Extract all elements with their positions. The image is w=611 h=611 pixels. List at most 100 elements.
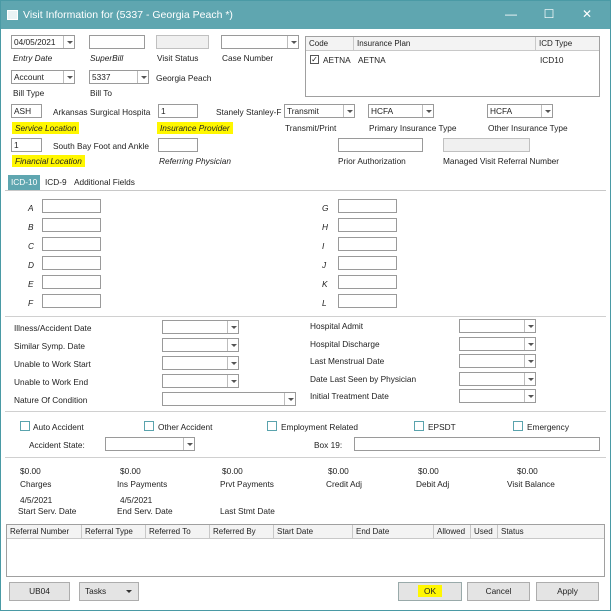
icd-code-i-input[interactable] — [338, 237, 397, 251]
other-insurance-type-select[interactable]: HCFA — [487, 104, 553, 118]
emergency-checkbox[interactable] — [513, 421, 523, 431]
unable-to-work-end-field[interactable] — [162, 374, 239, 388]
icd-code-c-input[interactable] — [42, 237, 101, 251]
prior-authorization-input[interactable] — [338, 138, 423, 152]
insurance-header-code[interactable]: Code — [306, 37, 354, 51]
primary-insurance-type-select[interactable]: HCFA — [368, 104, 434, 118]
similar-symp-date-field[interactable] — [162, 338, 239, 352]
illness-accident-date-field[interactable] — [162, 320, 239, 334]
icd-code-a-input[interactable] — [42, 199, 101, 213]
chevron-down-icon[interactable] — [63, 36, 74, 48]
epsdt-checkbox[interactable] — [414, 421, 424, 431]
chevron-down-icon[interactable] — [287, 36, 298, 48]
icd-code-b-input[interactable] — [42, 218, 101, 232]
cancel-button[interactable]: Cancel — [467, 582, 530, 601]
tab-icd-9[interactable]: ICD-9 — [42, 175, 70, 190]
primary-insurance-type-value: HCFA — [371, 106, 394, 116]
referring-physician-input[interactable] — [158, 138, 198, 152]
table-row[interactable]: ✓ AETNA AETNA ICD10 — [306, 53, 599, 67]
chevron-down-icon[interactable] — [227, 357, 238, 369]
auto-accident-label: Auto Accident — [33, 422, 84, 432]
chevron-down-icon[interactable] — [227, 339, 238, 351]
employment-related-checkbox[interactable] — [267, 421, 277, 431]
window-icon — [7, 10, 18, 20]
referral-header-type[interactable]: Referral Type — [82, 525, 146, 539]
minimize-icon[interactable]: — — [503, 7, 519, 21]
chevron-down-icon[interactable] — [541, 105, 552, 117]
insurance-header-icd-type[interactable]: ICD Type — [536, 37, 599, 51]
hospital-discharge-field[interactable] — [459, 337, 536, 351]
date-last-seen-field[interactable] — [459, 372, 536, 386]
chevron-down-icon[interactable] — [284, 393, 295, 405]
service-location-code-input[interactable]: ASH — [11, 104, 42, 118]
hospital-admit-field[interactable] — [459, 319, 536, 333]
tab-divider — [5, 190, 606, 191]
bill-to-select[interactable]: 5337 — [89, 70, 149, 84]
icd-code-d-input[interactable] — [42, 256, 101, 270]
chevron-down-icon[interactable] — [63, 71, 74, 83]
ok-button[interactable]: OK — [398, 582, 462, 601]
referral-header-referred-by[interactable]: Referred By — [210, 525, 274, 539]
chevron-down-icon[interactable] — [524, 355, 535, 367]
icd-code-g-input[interactable] — [338, 199, 397, 213]
checkbox-checked-icon[interactable]: ✓ — [310, 55, 319, 64]
last-menstrual-date-field[interactable] — [459, 354, 536, 368]
other-accident-checkbox[interactable] — [144, 421, 154, 431]
entry-date-field[interactable]: 04/05/2021 — [11, 35, 75, 49]
transmit-print-select[interactable]: Transmit — [284, 104, 355, 118]
managed-referral-input — [443, 138, 530, 152]
referral-header-end-date[interactable]: End Date — [353, 525, 434, 539]
ins-payments-value: $0.00 — [120, 466, 141, 476]
insurance-provider-code-input[interactable]: 1 — [158, 104, 198, 118]
chevron-down-icon[interactable] — [183, 438, 194, 450]
service-location-label: Service Location — [12, 122, 80, 134]
referral-header-referred-to[interactable]: Referred To — [146, 525, 210, 539]
case-number-field[interactable] — [221, 35, 299, 49]
close-icon[interactable]: ✕ — [579, 7, 595, 21]
bill-type-value: Account — [14, 72, 44, 82]
referral-header-allowed[interactable]: Allowed — [434, 525, 471, 539]
insurance-header-plan[interactable]: Insurance Plan — [354, 37, 536, 51]
referral-header-start-date[interactable]: Start Date — [274, 525, 353, 539]
chevron-down-icon[interactable] — [227, 375, 238, 387]
debit-adj-value: $0.00 — [418, 466, 439, 476]
icd-code-f-input[interactable] — [42, 294, 101, 308]
chevron-down-icon[interactable] — [524, 390, 535, 402]
tab-additional-fields[interactable]: Additional Fields — [71, 175, 138, 190]
chevron-down-icon[interactable] — [343, 105, 354, 117]
icd-code-l-input[interactable] — [338, 294, 397, 308]
unable-to-work-start-label: Unable to Work Start — [14, 359, 91, 369]
apply-button[interactable]: Apply — [536, 582, 599, 601]
chevron-down-icon[interactable] — [524, 373, 535, 385]
accident-state-select[interactable] — [105, 437, 195, 451]
title-bar: Visit Information for (5337 - Georgia Pe… — [1, 1, 610, 29]
icd-code-k-input[interactable] — [338, 275, 397, 289]
initial-treatment-date-field[interactable] — [459, 389, 536, 403]
icd-code-h-input[interactable] — [338, 218, 397, 232]
chevron-down-icon[interactable] — [524, 320, 535, 332]
chevron-down-icon[interactable] — [137, 71, 148, 83]
icd-code-e-input[interactable] — [42, 275, 101, 289]
referral-header-used[interactable]: Used — [471, 525, 498, 539]
tab-icd-10[interactable]: ICD-10 — [8, 175, 41, 190]
unable-to-work-start-field[interactable] — [162, 356, 239, 370]
icd-code-j-input[interactable] — [338, 256, 397, 270]
referral-header-status[interactable]: Status — [498, 525, 604, 539]
bill-type-select[interactable]: Account — [11, 70, 75, 84]
emergency-label: Emergency — [527, 422, 569, 432]
chevron-down-icon[interactable] — [524, 338, 535, 350]
tasks-button[interactable]: Tasks — [79, 582, 139, 601]
chevron-down-icon[interactable] — [227, 321, 238, 333]
auto-accident-checkbox[interactable] — [20, 421, 30, 431]
referral-header-number[interactable]: Referral Number — [7, 525, 82, 539]
nature-of-condition-label: Nature Of Condition — [14, 395, 88, 405]
superbill-input[interactable] — [89, 35, 145, 49]
maximize-icon[interactable]: ☐ — [541, 7, 557, 21]
box19-input[interactable] — [354, 437, 600, 451]
nature-of-condition-select[interactable] — [162, 392, 296, 406]
ub04-button[interactable]: UB04 — [9, 582, 70, 601]
icd-letter-j: J — [322, 260, 327, 270]
chevron-down-icon[interactable] — [422, 105, 433, 117]
other-insurance-type-label: Other Insurance Type — [488, 123, 568, 133]
financial-location-code-input[interactable]: 1 — [11, 138, 42, 152]
